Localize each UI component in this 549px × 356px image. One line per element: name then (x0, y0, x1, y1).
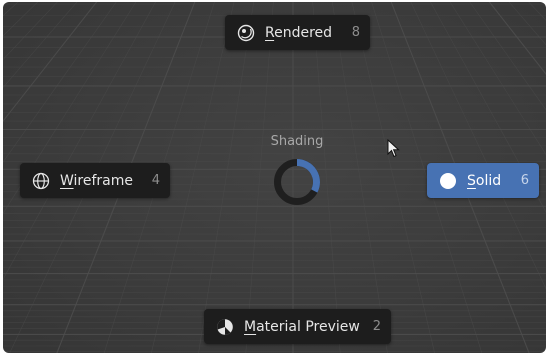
solid-circle-icon (439, 172, 457, 190)
rendered-sphere-icon (237, 24, 255, 42)
wireframe-globe-icon (32, 172, 50, 190)
mouse-pointer-icon (387, 139, 400, 158)
shortcut-key: 2 (372, 319, 381, 334)
pie-item-solid[interactable]: Solid 6 (427, 163, 539, 198)
pie-item-rendered[interactable]: Rendered 8 (225, 15, 370, 50)
3d-viewport[interactable]: Rendered 8 Wireframe 4 Solid 6 Material … (3, 2, 546, 353)
pie-item-label: Wireframe (60, 172, 134, 189)
pie-direction-indicator (274, 159, 320, 205)
material-preview-icon (216, 318, 234, 336)
pie-menu-title: Shading (270, 134, 324, 149)
pie-item-label: Solid (467, 172, 502, 189)
shortcut-key: 8 (351, 25, 360, 40)
shortcut-key: 6 (520, 173, 529, 188)
pie-item-label: Rendered (265, 24, 333, 41)
shortcut-key: 4 (151, 173, 160, 188)
pie-item-material-preview[interactable]: Material Preview 2 (204, 309, 391, 344)
pie-item-label: Material Preview (244, 318, 360, 335)
pie-item-wireframe[interactable]: Wireframe 4 (20, 163, 170, 198)
